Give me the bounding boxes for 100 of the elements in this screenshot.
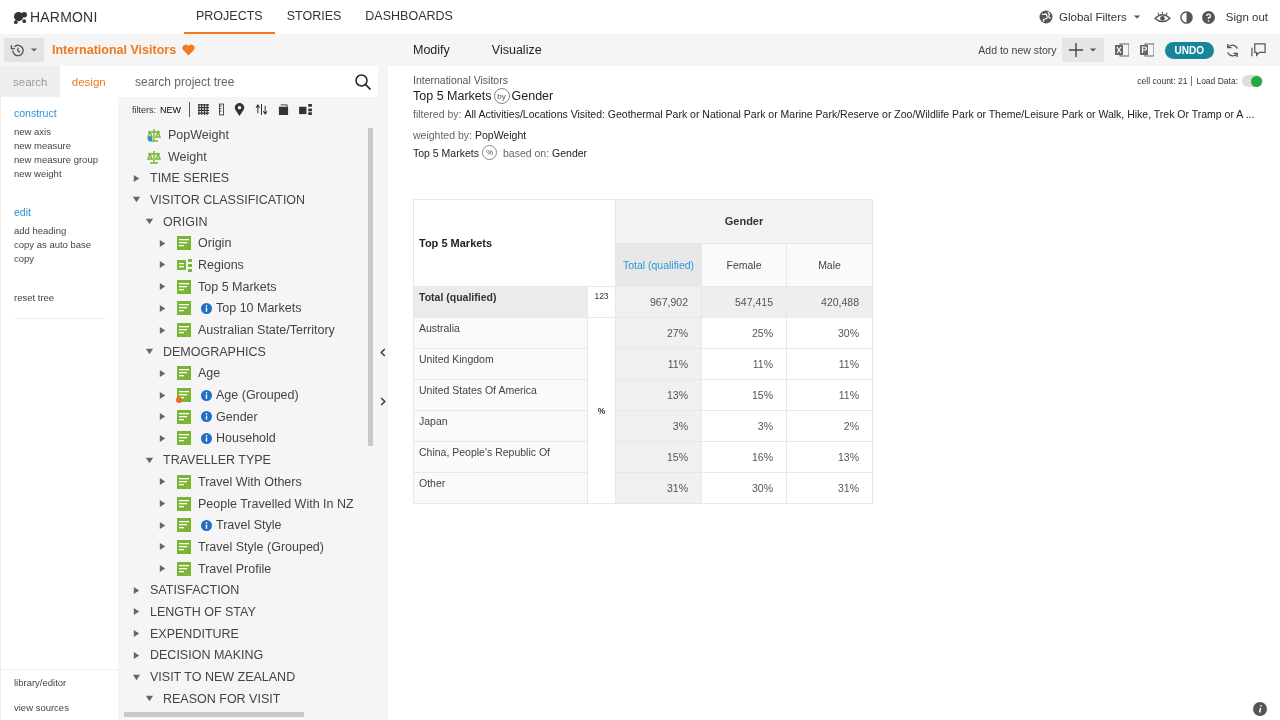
split-arrows-icon[interactable] [255, 104, 268, 115]
column-header[interactable]: Female [701, 243, 787, 287]
tree-item[interactable]: Top 5 Markets [198, 279, 277, 294]
caret-right-icon[interactable] [158, 368, 167, 378]
info-icon[interactable] [1253, 702, 1267, 716]
expand-right-icon[interactable] [380, 397, 386, 406]
caret-down-icon[interactable] [132, 195, 141, 205]
column-header[interactable]: Male [786, 243, 873, 287]
tree-folder[interactable]: REASON FOR VISIT [163, 691, 281, 706]
tree-item[interactable]: Australian State/Territory [198, 323, 335, 338]
tree-folder[interactable]: VISIT TO NEW ZEALAND [150, 670, 296, 685]
tree-item[interactable]: People Travelled With In NZ [198, 496, 354, 511]
tree-folder[interactable]: DEMOGRAPHICS [163, 344, 266, 359]
menu-item[interactable]: new axis [14, 125, 105, 139]
nav-tab[interactable]: DASHBOARDS [353, 0, 465, 34]
grid-icon[interactable] [198, 104, 209, 115]
caret-down-icon[interactable] [145, 694, 154, 704]
caret-down-icon[interactable] [145, 347, 154, 357]
column-variable[interactable]: Gender [511, 89, 554, 103]
tree-item[interactable]: Gender [216, 409, 258, 424]
pin-icon[interactable] [234, 103, 245, 116]
tree-item[interactable]: Household [216, 431, 276, 446]
caret-right-icon[interactable] [158, 238, 167, 248]
tree-item[interactable]: Weight [168, 149, 207, 164]
tree-folder[interactable]: DECISION MAKING [150, 648, 264, 663]
filter-value[interactable]: All Activities/Locations Visited: Geothermal Park or National Park or Marine Park/Reserve or Zoo/Wildlife Park or Theme/Leisure Park or Walk, Hike, Trek Or Tramp or A ... [464, 108, 1255, 120]
menu-item[interactable]: add heading [14, 224, 105, 238]
hierarchy-icon[interactable] [299, 104, 312, 115]
undo-button[interactable]: UNDO [1164, 41, 1214, 59]
tree-folder[interactable]: EXPENDITURE [150, 626, 239, 641]
caret-right-icon[interactable] [158, 390, 167, 400]
footer-link[interactable]: library/editor [1, 670, 118, 695]
caret-right-icon[interactable] [132, 629, 141, 639]
toolbar-tab[interactable]: Modify [413, 43, 450, 57]
add-button[interactable] [1061, 38, 1104, 62]
tree-folder[interactable]: LENGTH OF STAY [150, 604, 256, 619]
caret-right-icon[interactable] [158, 520, 167, 530]
info-icon[interactable] [201, 519, 212, 531]
info-icon[interactable] [201, 432, 212, 444]
tree-folder[interactable]: ORIGIN [163, 214, 208, 229]
eye-icon[interactable] [1153, 10, 1171, 24]
help-icon[interactable] [1201, 10, 1215, 24]
heart-icon[interactable] [182, 44, 196, 56]
row-variable[interactable]: Top 5 Markets [413, 89, 492, 103]
menu-item[interactable]: copy as auto base [14, 238, 105, 252]
footer-link[interactable]: view sources [1, 695, 118, 720]
caret-right-icon[interactable] [158, 433, 167, 443]
tree-item[interactable]: Age (Grouped) [216, 388, 299, 403]
caret-right-icon[interactable] [158, 499, 167, 509]
menu-item[interactable]: copy [14, 252, 105, 266]
sign-out-link[interactable]: Sign out [1225, 11, 1268, 23]
comment-icon[interactable] [1251, 42, 1266, 58]
excel-icon[interactable] [1114, 43, 1129, 57]
powerpoint-icon[interactable] [1139, 43, 1154, 57]
tree-item[interactable]: Travel With Others [198, 474, 302, 489]
info-icon[interactable] [201, 302, 212, 314]
caret-right-icon[interactable] [158, 325, 167, 335]
tree-folder[interactable]: TRAVELLER TYPE [163, 453, 271, 468]
caret-down-icon[interactable] [132, 672, 141, 682]
caret-right-icon[interactable] [158, 564, 167, 574]
tree-item[interactable]: Travel Style [216, 518, 282, 533]
caret-right-icon[interactable] [132, 607, 141, 617]
tree-item[interactable]: Origin [198, 236, 232, 251]
collapse-left-icon[interactable] [380, 348, 386, 357]
tree-folder[interactable]: TIME SERIES [150, 171, 230, 186]
caret-right-icon[interactable] [158, 412, 167, 422]
caret-right-icon[interactable] [158, 282, 167, 292]
search-icon[interactable] [355, 73, 371, 90]
ruler-icon[interactable] [219, 103, 224, 116]
caret-right-icon[interactable] [132, 173, 141, 183]
caret-right-icon[interactable] [132, 650, 141, 660]
weight-value[interactable]: PopWeight [474, 129, 527, 141]
info-icon[interactable] [201, 389, 212, 401]
menu-item[interactable]: new weight [14, 167, 105, 181]
toolbar-tab[interactable]: Visualize [491, 43, 542, 57]
menu-item[interactable]: new measure [14, 139, 105, 153]
menu-item[interactable]: reset tree [14, 291, 105, 305]
search-field[interactable]: search project tree [118, 66, 378, 97]
caret-right-icon[interactable] [158, 303, 167, 313]
caret-right-icon[interactable] [132, 585, 141, 595]
global-filters-button[interactable]: Global Filters [1039, 10, 1145, 24]
new-filter-button[interactable]: NEW [160, 104, 181, 115]
caret-down-icon[interactable] [145, 217, 154, 227]
info-icon[interactable] [201, 411, 212, 423]
caret-right-icon[interactable] [158, 542, 167, 552]
tree-item[interactable]: Travel Profile [198, 561, 272, 576]
nav-tab[interactable]: STORIES [274, 0, 354, 34]
refresh-icon[interactable] [1225, 42, 1240, 58]
search-input[interactable]: search project tree [135, 69, 355, 94]
tree-item[interactable]: Age [198, 366, 221, 381]
menu-item[interactable]: new measure group [14, 153, 105, 167]
tree-folder[interactable]: VISITOR CLASSIFICATION [150, 192, 306, 207]
tree-item[interactable]: Travel Style (Grouped) [198, 539, 324, 554]
caret-right-icon[interactable] [158, 260, 167, 270]
load-data-toggle[interactable] [1242, 75, 1263, 87]
caret-down-icon[interactable] [145, 455, 154, 465]
caret-right-icon[interactable] [158, 477, 167, 487]
base-value[interactable]: Gender [552, 146, 588, 159]
tree-item[interactable]: Top 10 Markets [216, 301, 302, 316]
contrast-icon[interactable] [1179, 10, 1193, 24]
